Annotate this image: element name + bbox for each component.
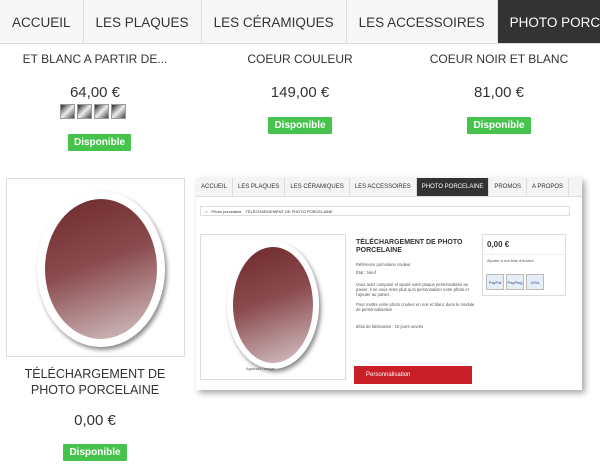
preview-nav-item: LES ACCESSOIRES bbox=[350, 178, 417, 196]
product-card-1: ET BLANC A PARTIR DE... 64,00 € bbox=[0, 52, 190, 101]
product-price: 81,00 € bbox=[473, 84, 525, 101]
color-swatches bbox=[60, 104, 126, 119]
product-card-3: COEUR NOIR ET BLANC 81,00 € Disponible bbox=[410, 52, 588, 134]
breadcrumb-current: TÉLÉCHARGEMENT DE PHOTO PORCELAINE bbox=[245, 208, 333, 214]
swatch[interactable] bbox=[60, 104, 75, 119]
nav-accueil[interactable]: ACCUEIL bbox=[0, 0, 84, 43]
oval-photo-placeholder bbox=[45, 199, 157, 339]
oval-photo-placeholder bbox=[233, 247, 313, 363]
preview-nav-item: ACCUEIL bbox=[196, 178, 234, 196]
preview-payment-logos: PayPal PayPlug VISA bbox=[486, 274, 544, 290]
preview-breadcrumb: ⌂ Photo porcelaine TÉLÉCHARGEMENT DE PHO… bbox=[200, 206, 570, 216]
product-name-line2[interactable]: PHOTO PORCELAINE bbox=[0, 382, 190, 398]
preview-nav: ACCUEIL LES PLAQUES LES CÉRAMIQUES LES A… bbox=[196, 178, 582, 197]
preview-delay: délai de fabrication : 10 jours ouvrés bbox=[356, 324, 424, 329]
product-card-2: COEUR COULEUR 149,00 € Disponible bbox=[205, 52, 395, 134]
product-page-preview: ACCUEIL LES PLAQUES LES CÉRAMIQUES LES A… bbox=[196, 178, 582, 390]
paypal-logo: PayPal bbox=[486, 274, 504, 290]
product-price: 149,00 € bbox=[270, 84, 330, 101]
preview-image-box bbox=[200, 234, 346, 380]
preview-description: Vous avez composé et ajouté votre plaque… bbox=[356, 282, 469, 297]
product-name[interactable]: COEUR COULEUR bbox=[205, 52, 395, 66]
breadcrumb-item: Photo porcelaine bbox=[211, 208, 242, 214]
oval-frame bbox=[37, 191, 165, 347]
product-card-main: TÉLÉCHARGEMENT DE PHOTO PORCELAINE 0,00 … bbox=[0, 366, 190, 461]
payplug-logo: PayPlug bbox=[506, 274, 524, 290]
preview-nav-item: A PROPOS bbox=[527, 178, 570, 196]
product-image[interactable] bbox=[6, 178, 185, 357]
main-nav: ACCUEIL LES PLAQUES LES CÉRAMIQUES LES A… bbox=[0, 0, 600, 44]
availability-badge: Disponible bbox=[467, 117, 531, 134]
oval-frame bbox=[227, 241, 319, 369]
nav-les-accessoires[interactable]: LES ACCESSOIRES bbox=[347, 0, 498, 43]
preview-price: 0,00 € bbox=[483, 235, 565, 255]
preview-title: TÉLÉCHARGEMENT DE PHOTO PORCELAINE bbox=[356, 239, 463, 254]
preview-etat: État : Neuf bbox=[356, 270, 376, 275]
availability-badge: Disponible bbox=[268, 117, 332, 134]
nav-les-ceramiques[interactable]: LES CÉRAMIQUES bbox=[202, 0, 347, 43]
swatch[interactable] bbox=[111, 104, 126, 119]
preview-nav-item: LES CÉRAMIQUES bbox=[285, 178, 350, 196]
nav-les-plaques[interactable]: LES PLAQUES bbox=[84, 0, 202, 43]
product-price: 64,00 € bbox=[69, 84, 121, 101]
preview-personnalisation-button: Personnalisation bbox=[354, 366, 472, 384]
product-price: 0,00 € bbox=[74, 412, 116, 429]
nav-photo-porcelaine[interactable]: PHOTO PORCELAINE bbox=[497, 0, 600, 43]
swatch[interactable] bbox=[77, 104, 92, 119]
preview-wishlist: Ajouter à ma liste d'envies bbox=[487, 258, 534, 263]
swatch[interactable] bbox=[94, 104, 109, 119]
availability-badge: Disponible bbox=[68, 132, 132, 151]
preview-nav-item-active: PHOTO PORCELAINE bbox=[416, 178, 490, 196]
preview-nav-item: PROMOS bbox=[489, 178, 528, 196]
visa-logo: VISA bbox=[526, 274, 544, 290]
preview-reference: Référence porcelaine couleur bbox=[356, 262, 411, 267]
product-name[interactable]: COEUR NOIR ET BLANC bbox=[410, 52, 588, 66]
preview-note: Pour mettre votre photo couleur en noir … bbox=[356, 302, 475, 312]
availability-badge-label: Disponible bbox=[68, 134, 132, 151]
product-name-line1[interactable]: TÉLÉCHARGEMENT DE bbox=[0, 366, 190, 382]
home-icon: ⌂ bbox=[205, 208, 208, 214]
product-name[interactable]: ET BLANC A PARTIR DE... bbox=[0, 52, 190, 66]
availability-badge: Disponible bbox=[63, 444, 127, 461]
preview-nav-item: LES PLAQUES bbox=[233, 178, 286, 196]
preview-enlarge-label: Agrandir l'image bbox=[246, 366, 275, 371]
